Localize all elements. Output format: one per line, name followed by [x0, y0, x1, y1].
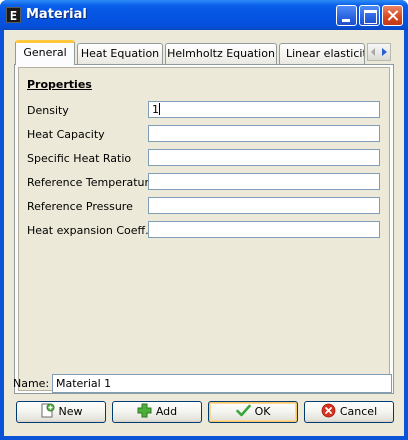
heat-expansion-coeff-label: Heat expansion Coeff. [27, 224, 149, 237]
close-button[interactable] [382, 5, 403, 26]
reference-pressure-input[interactable] [148, 197, 380, 214]
name-label: Name: [13, 377, 50, 390]
reference-temperature-input[interactable] [148, 173, 380, 190]
new-button-label: New [58, 405, 83, 418]
tab-linear-elasticity[interactable]: Linear elasticity [279, 43, 365, 64]
cancel-icon [321, 403, 336, 418]
window-title: Material [26, 7, 87, 22]
properties-heading: Properties [27, 78, 92, 91]
density-row: Density 1 [27, 101, 387, 119]
new-button[interactable]: New [16, 401, 106, 423]
scroll-right-icon[interactable] [382, 48, 387, 56]
specific-heat-ratio-label: Specific Heat Ratio [27, 152, 132, 165]
tab-general[interactable]: General [15, 40, 75, 65]
properties-panel: Properties Density 1 Heat Capacity Speci… [18, 67, 390, 391]
tab-helmholtz-equation[interactable]: Helmholtz Equation [165, 43, 277, 64]
name-input[interactable]: Material 1 [52, 374, 392, 393]
title-bar[interactable]: E Material [0, 0, 408, 30]
tab-scroll-buttons [367, 43, 391, 61]
add-button-label: Add [155, 405, 178, 418]
density-value: 1 [152, 103, 159, 116]
material-dialog: E Material General Heat Equation Helmhol… [0, 0, 408, 440]
heat-capacity-row: Heat Capacity [27, 125, 387, 143]
tab-heat-equation[interactable]: Heat Equation [77, 43, 163, 64]
checkmark-icon [235, 404, 251, 417]
dialog-body: General Heat Equation Helmholtz Equation… [4, 30, 404, 436]
minimize-button[interactable] [336, 5, 357, 26]
heat-capacity-input[interactable] [148, 125, 380, 142]
scroll-left-icon[interactable] [371, 48, 375, 56]
cancel-button-label: Cancel [339, 405, 378, 418]
reference-pressure-row: Reference Pressure [27, 197, 387, 215]
cancel-button[interactable]: Cancel [304, 401, 394, 423]
specific-heat-ratio-row: Specific Heat Ratio [27, 149, 387, 167]
text-caret [159, 103, 160, 115]
density-label: Density [27, 104, 69, 117]
heat-expansion-coeff-input[interactable] [148, 221, 380, 238]
ok-button[interactable]: OK [208, 401, 298, 423]
specific-heat-ratio-input[interactable] [148, 149, 380, 166]
tab-panel-general: Properties Density 1 Heat Capacity Speci… [14, 64, 394, 394]
new-document-icon [41, 403, 54, 418]
reference-temperature-row: Reference Temperature [27, 173, 387, 191]
maximize-button[interactable] [359, 5, 380, 26]
reference-temperature-label: Reference Temperature [27, 176, 156, 189]
app-icon: E [6, 7, 21, 23]
ok-button-label: OK [254, 405, 271, 418]
heat-expansion-coeff-row: Heat expansion Coeff. [27, 221, 387, 239]
add-button[interactable]: Add [112, 401, 202, 423]
plus-icon [137, 403, 152, 418]
density-input[interactable]: 1 [148, 101, 380, 118]
heat-capacity-label: Heat Capacity [27, 128, 105, 141]
reference-pressure-label: Reference Pressure [27, 200, 133, 213]
tab-strip: General Heat Equation Helmholtz Equation… [14, 40, 394, 65]
